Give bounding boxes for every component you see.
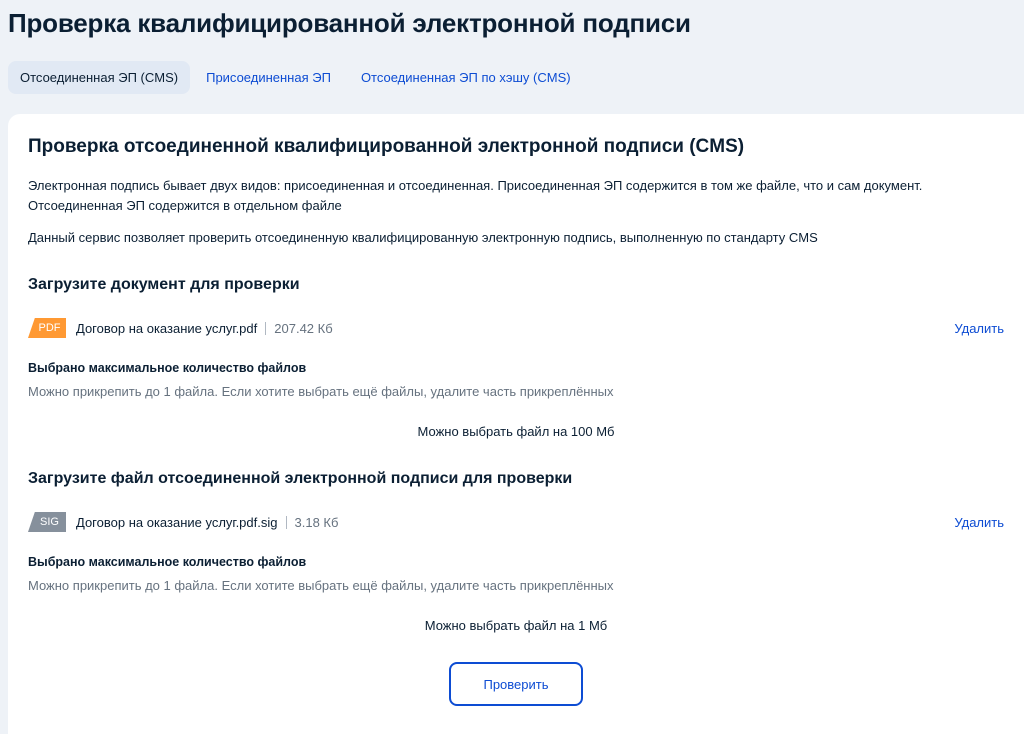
document-limit-hint: Можно прикрепить до 1 файла. Если хотите… xyxy=(28,384,614,399)
sig-file-icon: SIG xyxy=(28,512,66,532)
document-file-row: PDF Договор на оказание услуг.pdf 207.42… xyxy=(28,317,1004,339)
file-info-separator xyxy=(265,321,267,335)
verification-card: Проверка отсоединенной квалифицированной… xyxy=(8,114,1024,734)
signature-file-row: SIG Договор на оказание услуг.pdf.sig 3.… xyxy=(28,511,1004,533)
signature-file-size: 3.18 Кб xyxy=(294,514,339,530)
tab-attached[interactable]: Присоединенная ЭП xyxy=(192,61,345,94)
delete-document-link[interactable]: Удалить xyxy=(954,321,1004,336)
document-limit-title: Выбрано максимальное количество файлов xyxy=(28,361,307,375)
card-title: Проверка отсоединенной квалифицированной… xyxy=(28,136,745,157)
document-file-size: 207.42 Кб xyxy=(274,320,333,336)
description-line-2: Отсоединенная ЭП содержится в отдельном … xyxy=(28,198,342,213)
signature-limit-hint: Можно прикрепить до 1 файла. Если хотите… xyxy=(28,578,614,593)
page-title: Проверка квалифицированной электронной п… xyxy=(8,8,691,38)
tab-detached-cms[interactable]: Отсоединенная ЭП (CMS) xyxy=(8,61,191,94)
description-line-1: Электронная подпись бывает двух видов: п… xyxy=(28,178,923,193)
file-info-separator xyxy=(285,515,287,529)
signature-upload-title: Загрузите файл отсоединенной электронной… xyxy=(28,470,573,487)
signature-size-note: Можно выбрать файл на 1 Мб xyxy=(424,618,608,633)
service-description: Данный сервис позволяет проверить отсоед… xyxy=(28,230,818,245)
verify-button[interactable]: Проверить xyxy=(449,662,583,706)
tab-bar: Отсоединенная ЭП (CMS) Присоединенная ЭП… xyxy=(8,61,585,94)
document-size-note: Можно выбрать файл на 100 Мб xyxy=(417,424,615,439)
delete-signature-link[interactable]: Удалить xyxy=(954,515,1004,530)
document-file-name: Договор на оказание услуг.pdf xyxy=(76,320,258,336)
pdf-file-icon: PDF xyxy=(28,318,66,338)
signature-limit-title: Выбрано максимальное количество файлов xyxy=(28,555,307,569)
tab-detached-hash-cms[interactable]: Отсоединенная ЭП по хэшу (CMS) xyxy=(347,61,585,94)
signature-file-name: Договор на оказание услуг.pdf.sig xyxy=(76,514,278,530)
document-upload-title: Загрузите документ для проверки xyxy=(28,276,300,293)
